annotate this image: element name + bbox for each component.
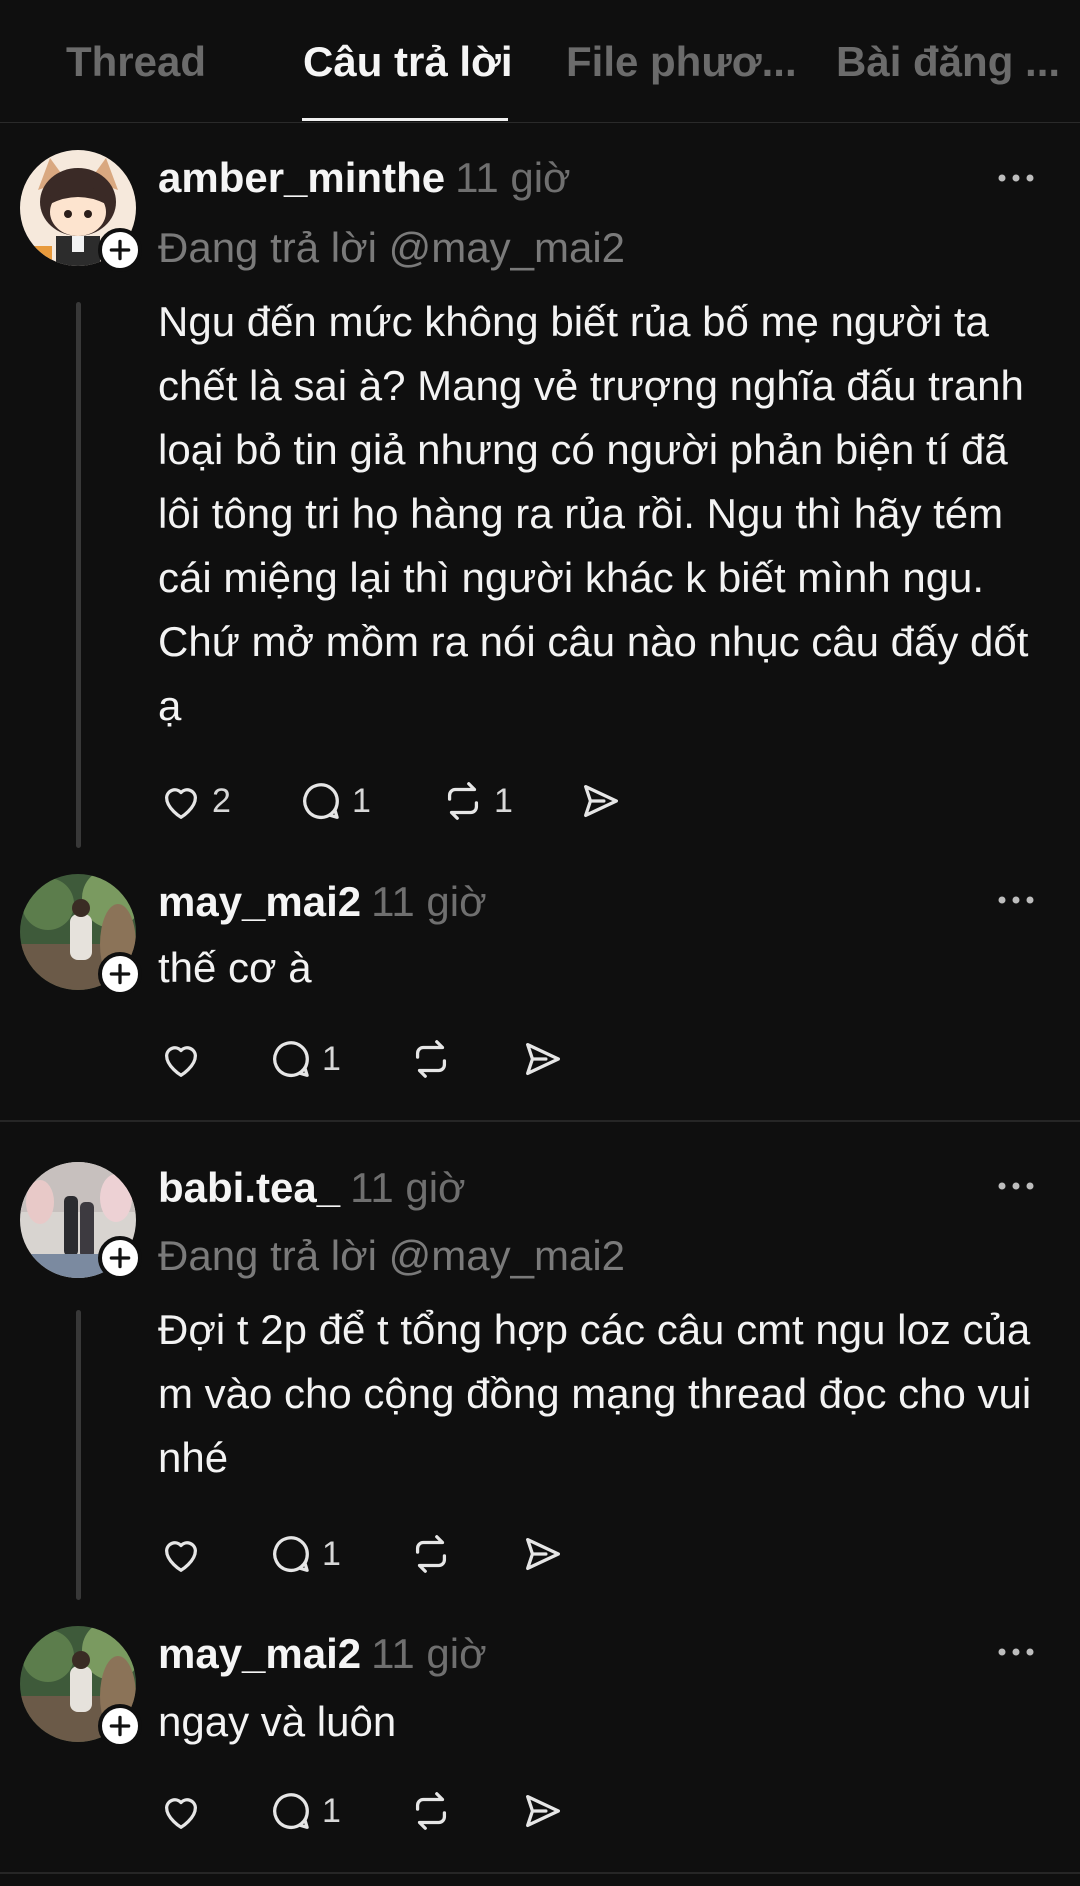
send-icon [526, 1794, 560, 1828]
heart-icon [164, 1046, 198, 1077]
comment-button[interactable]: 1 [268, 1529, 341, 1579]
comment-icon [273, 1793, 309, 1829]
send-icon [526, 1537, 560, 1571]
more-options-icon[interactable] [994, 168, 1038, 188]
heart-icon [164, 1798, 198, 1829]
repost-button[interactable] [408, 1786, 454, 1836]
comment-button[interactable]: 1 [298, 776, 371, 826]
repost-button[interactable]: 1 [440, 776, 513, 826]
follow-plus-icon[interactable] [98, 1236, 142, 1280]
follow-plus-icon[interactable] [98, 1704, 142, 1748]
comment-icon [303, 783, 339, 819]
repost-icon [415, 1040, 447, 1078]
username-text[interactable]: may_mai2 [158, 1630, 361, 1677]
thread-line [76, 1310, 81, 1600]
reply-to-label[interactable]: Đang trả lời @may_mai2 [158, 1232, 625, 1280]
username[interactable]: may_mai2 11 giờ [158, 878, 487, 926]
repost-icon [415, 1535, 447, 1573]
comment-icon [273, 1536, 309, 1572]
post-time: 11 giờ [371, 878, 487, 925]
send-icon [526, 1042, 560, 1076]
tab-replies[interactable]: Câu trả lời [303, 38, 513, 86]
post-divider [0, 1872, 1080, 1874]
username[interactable]: may_mai2 11 giờ [158, 1630, 487, 1678]
post-text: Ngu đến mức không biết rủa bố mẹ người t… [158, 298, 1029, 729]
username-text[interactable]: amber_minthe [158, 154, 445, 201]
repost-icon [415, 1792, 447, 1830]
profile-tabs: Thread Câu trả lời File phươ... Bài đăng… [0, 0, 1080, 123]
share-button[interactable] [578, 776, 624, 826]
repost-icon [447, 782, 479, 820]
more-options-icon[interactable] [994, 1642, 1038, 1662]
heart-icon [164, 1541, 198, 1572]
comment-icon [273, 1041, 309, 1077]
like-button[interactable] [158, 1786, 204, 1836]
comment-count: 1 [322, 1534, 341, 1573]
thread-line [76, 302, 81, 848]
like-button[interactable] [158, 1034, 204, 1084]
username-text[interactable]: may_mai2 [158, 878, 361, 925]
repost-button[interactable] [408, 1529, 454, 1579]
like-count: 2 [212, 781, 231, 820]
more-options-icon[interactable] [994, 1176, 1038, 1196]
more-options-icon[interactable] [994, 890, 1038, 910]
share-button[interactable] [520, 1529, 566, 1579]
repost-button[interactable] [408, 1034, 454, 1084]
tab-media[interactable]: File phươ... [566, 38, 797, 86]
follow-plus-icon[interactable] [98, 228, 142, 272]
post-divider [0, 1120, 1080, 1122]
like-button[interactable] [158, 1529, 204, 1579]
username[interactable]: amber_minthe 11 giờ [158, 154, 571, 202]
share-button[interactable] [520, 1786, 566, 1836]
post-time: 11 giờ [371, 1630, 487, 1677]
post-time: 11 giờ [455, 154, 571, 201]
repost-count: 1 [494, 781, 513, 820]
comment-count: 1 [322, 1791, 341, 1830]
comment-count: 1 [322, 1039, 341, 1078]
comment-count: 1 [352, 781, 371, 820]
comment-button[interactable]: 1 [268, 1034, 341, 1084]
post-time: 11 giờ [350, 1164, 466, 1211]
tab-reposts[interactable]: Bài đăng ... [836, 38, 1060, 86]
heart-icon [164, 788, 198, 819]
comment-button[interactable]: 1 [268, 1786, 341, 1836]
username[interactable]: babi.tea_ 11 giờ [158, 1164, 466, 1212]
post-text: ngay và luôn [158, 1698, 397, 1745]
active-tab-indicator [302, 118, 508, 121]
post-text: Đợi t 2p để t tổng hợp các câu cmt ngu l… [158, 1306, 1032, 1481]
send-icon [584, 784, 618, 818]
post-text: thế cơ à [158, 944, 312, 991]
reply-to-label[interactable]: Đang trả lời @may_mai2 [158, 224, 625, 272]
follow-plus-icon[interactable] [98, 952, 142, 996]
like-button[interactable]: 2 [158, 776, 231, 826]
username-text[interactable]: babi.tea_ [158, 1164, 340, 1211]
share-button[interactable] [520, 1034, 566, 1084]
tab-thread[interactable]: Thread [66, 38, 206, 86]
